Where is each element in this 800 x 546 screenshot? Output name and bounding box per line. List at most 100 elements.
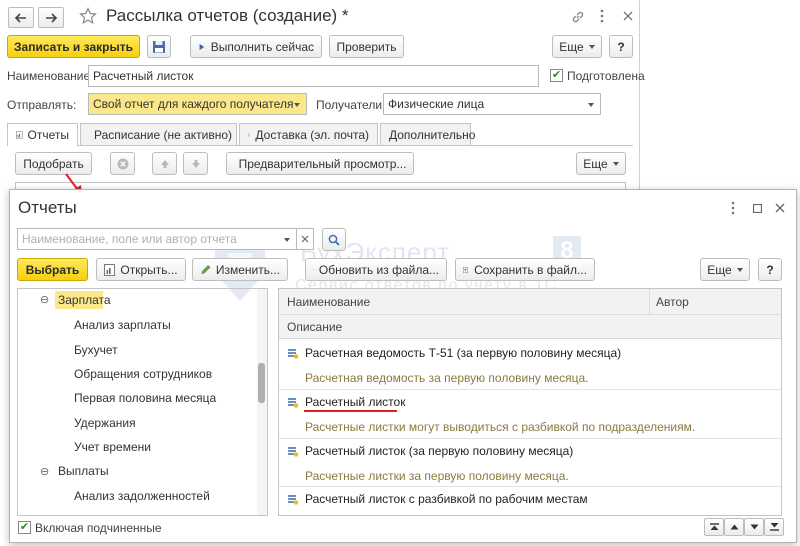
tree-item[interactable]: Бухучет <box>74 343 118 357</box>
tree-item[interactable]: Первая половина месяца <box>74 391 216 405</box>
recipients-select[interactable]: Физические лица <box>383 93 601 115</box>
vertical-dots-icon[interactable] <box>596 8 608 24</box>
scroll-down-button[interactable] <box>744 518 764 536</box>
chevron-down-icon <box>284 238 290 242</box>
close-icon[interactable] <box>772 200 788 216</box>
list-item[interactable]: Расчетный листок <box>287 395 405 409</box>
tree-scrollbar[interactable] <box>257 289 267 515</box>
update-from-file-button[interactable]: Обновить из файла... <box>305 258 447 281</box>
down-icon <box>750 524 758 530</box>
play-icon <box>199 43 205 50</box>
select-button[interactable]: Выбрать <box>17 258 88 281</box>
dialog-more-label: Еще <box>707 262 732 277</box>
tab-reports[interactable]: Отчеты <box>7 123 78 146</box>
maximize-icon[interactable] <box>749 200 765 216</box>
tree-item[interactable]: Анализ зарплаты <box>74 318 171 332</box>
tree-scrollbar-thumb[interactable] <box>258 363 265 403</box>
move-down-button[interactable] <box>183 152 208 175</box>
move-up-button[interactable] <box>152 152 177 175</box>
scroll-up-button[interactable] <box>724 518 744 536</box>
arrow-up-icon <box>160 159 169 168</box>
pencil-icon <box>201 264 211 274</box>
delete-button[interactable] <box>110 152 135 175</box>
double-down-icon <box>769 523 779 531</box>
search-icon <box>328 234 340 246</box>
dialog-title: Отчеты <box>18 198 77 217</box>
column-description[interactable]: Описание <box>287 320 342 334</box>
include-subordinates-checkbox[interactable]: ✔ <box>18 521 31 534</box>
back-button[interactable] <box>8 7 34 28</box>
report-icon <box>16 131 23 139</box>
search-button[interactable] <box>322 228 346 251</box>
save-and-close-button[interactable]: Записать и закрыть <box>7 35 140 58</box>
close-icon[interactable] <box>620 8 636 24</box>
tab-additional[interactable]: Дополнительно <box>380 123 475 145</box>
tree-item[interactable]: Обращения сотрудников <box>74 367 212 381</box>
link-icon[interactable] <box>570 9 586 25</box>
check-label: Проверить <box>336 39 397 54</box>
vertical-dots-icon[interactable] <box>727 200 739 216</box>
edit-button[interactable]: Изменить... <box>192 258 288 281</box>
tree-item[interactable]: Анализ задолженностей <box>74 489 210 503</box>
list-item[interactable]: Расчетная ведомость Т-51 (за первую поло… <box>287 346 621 360</box>
column-name[interactable]: Наименование <box>287 295 370 309</box>
up-icon <box>730 524 738 530</box>
row-separator <box>279 389 781 390</box>
dialog-help-button[interactable]: ? <box>758 258 782 281</box>
star-icon[interactable] <box>78 6 98 26</box>
tree-item-group[interactable]: Зарплата <box>58 293 111 307</box>
preview-button[interactable]: Предварительный просмотр... <box>226 152 414 175</box>
report-title: Расчетный листок (за первую половину мес… <box>305 444 574 458</box>
prepared-checkbox[interactable]: ✔ <box>550 69 563 82</box>
tree-collapse-icon[interactable]: ⊖ <box>40 465 49 478</box>
tab-more-button[interactable]: Еще <box>576 152 626 175</box>
dialog-more-button[interactable]: Еще <box>700 258 750 281</box>
scroll-first-button[interactable] <box>704 518 724 536</box>
tab-additional-label: Дополнительно <box>389 127 476 142</box>
tree-item-group[interactable]: Выплаты <box>58 464 109 478</box>
scroll-last-button[interactable] <box>764 518 784 536</box>
row-separator <box>279 486 781 487</box>
recipients-label: Получатели: <box>316 98 386 112</box>
document-icon <box>248 133 251 136</box>
name-field[interactable]: Расчетный листок <box>88 65 539 87</box>
chevron-down-icon <box>588 44 595 49</box>
header-col-sep <box>649 289 650 314</box>
search-field[interactable]: Наименование, поле или автор отчета <box>17 228 297 250</box>
double-up-icon <box>709 523 719 530</box>
list-item[interactable]: Расчетный листок с разбивкой по рабочим … <box>287 492 588 506</box>
save-to-file-button[interactable]: Сохранить в файл... <box>455 258 595 281</box>
chevron-down-icon <box>294 103 300 107</box>
file-import-icon <box>313 269 314 270</box>
forward-button[interactable] <box>38 7 64 28</box>
report-icon <box>287 445 299 457</box>
column-author[interactable]: Автор <box>656 295 689 309</box>
arrow-down-icon <box>191 159 200 168</box>
report-icon <box>104 263 116 276</box>
tab-delivery[interactable]: Доставка (эл. почта) <box>239 123 378 145</box>
report-title: Расчетный листок с разбивкой по рабочим … <box>305 492 588 506</box>
search-clear-button[interactable] <box>296 228 314 250</box>
run-now-label: Выполнить сейчас <box>210 39 314 54</box>
tree-item[interactable]: Учет времени <box>74 440 151 454</box>
more-button[interactable]: Еще <box>552 35 602 58</box>
tree-collapse-icon[interactable]: ⊖ <box>40 293 49 306</box>
check-button[interactable]: Проверить <box>329 35 404 58</box>
save-button[interactable] <box>147 35 171 58</box>
pick-label: Подобрать <box>23 156 84 171</box>
tab-schedule[interactable]: Расписание (не активно) <box>80 123 237 145</box>
send-select[interactable]: Свой отчет для каждого получателя <box>88 93 307 115</box>
save-and-close-label: Записать и закрыть <box>14 39 133 54</box>
arrow-right-icon <box>46 12 57 23</box>
row-separator <box>279 438 781 439</box>
list-item[interactable]: Расчетный листок (за первую половину мес… <box>287 444 573 458</box>
tab-schedule-label: Расписание (не активно) <box>94 127 233 142</box>
chevron-down-icon <box>588 103 594 107</box>
header-sep <box>279 314 781 315</box>
tree-item[interactable]: Удержания <box>74 416 136 430</box>
run-now-button[interactable]: Выполнить сейчас <box>190 35 322 58</box>
open-button[interactable]: Открыть... <box>96 258 186 281</box>
select-label: Выбрать <box>25 262 80 277</box>
help-button[interactable]: ? <box>609 35 633 58</box>
update-from-file-label: Обновить из файла... <box>318 262 439 277</box>
